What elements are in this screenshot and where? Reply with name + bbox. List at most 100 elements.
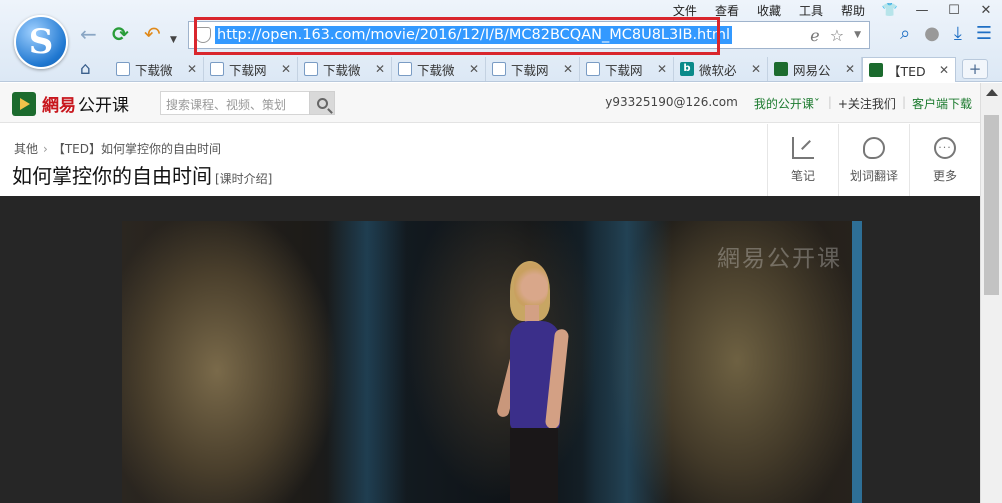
tab-close-icon[interactable]: ✕ — [657, 62, 667, 76]
menu-tools[interactable]: 工具 — [790, 2, 832, 19]
search-icon[interactable]: ⌕ — [900, 23, 910, 44]
tab-label: 下载微 — [135, 62, 173, 78]
translate-icon — [863, 136, 885, 159]
tab-4[interactable]: 下载网 ✕ — [486, 57, 580, 81]
toolbar-right: ⌕ ● ⤓ ☰ — [900, 23, 992, 44]
breadcrumb-separator-icon: › — [43, 142, 48, 156]
separator: | — [827, 95, 832, 109]
menu-icon[interactable]: ☰ — [976, 23, 992, 44]
video-frame[interactable]: 網易公开课 — [122, 221, 862, 503]
play-logo-icon — [12, 91, 36, 116]
menu-view[interactable]: 查看 — [706, 2, 748, 19]
ie-mode-icon[interactable]: ℯ — [810, 26, 819, 45]
ted-icon — [869, 63, 883, 77]
site-header: 網易 公开课 搜索课程、视频、策划 y93325190@126.com 我的公开… — [0, 83, 980, 123]
page-title: 如何掌控你的自由时间 [课时介绍] — [12, 160, 272, 189]
tab-0[interactable]: 下载微 ✕ — [110, 57, 204, 81]
tab-label: 下载微 — [417, 62, 455, 78]
speaker-figure — [492, 261, 582, 503]
home-icon[interactable]: ⌂ — [80, 59, 91, 79]
undo-dropdown-icon[interactable]: ▼ — [170, 28, 177, 52]
tab-strip: 下载微 ✕ 下载网 ✕ 下载微 ✕ 下载微 ✕ 下载网 ✕ 下载网 ✕ b 微软… — [110, 57, 988, 82]
my-courses-label: 我的公开课 — [753, 97, 814, 111]
back-arrow-icon[interactable]: ← — [80, 22, 97, 46]
more-button[interactable]: ··· 更多 — [909, 124, 980, 196]
tab-5[interactable]: 下载网 ✕ — [580, 57, 674, 81]
close-icon[interactable]: ✕ — [970, 3, 1002, 18]
tab-label: 下载微 — [323, 62, 361, 78]
tab-label: 下载网 — [511, 62, 549, 78]
search-button[interactable] — [309, 91, 335, 115]
scroll-up-icon[interactable] — [986, 89, 998, 96]
video-player: 網易公开课 — [0, 196, 980, 503]
page-icon — [492, 62, 506, 76]
download-icon[interactable]: ⤓ — [954, 23, 962, 44]
tab-close-icon[interactable]: ✕ — [845, 62, 855, 76]
page-icon — [304, 62, 318, 76]
menu-file[interactable]: 文件 — [664, 2, 706, 19]
client-download-link[interactable]: 客户端下载 — [912, 95, 972, 112]
account-links: y93325190@126.com 我的公开课ˇ | +关注我们 | 客户端下载 — [605, 95, 980, 112]
browser-chrome: 文件 查看 收藏 工具 帮助 👕 — ☐ ✕ S ← ⟳ ↶ ▼ http://… — [0, 0, 1002, 82]
star-icon[interactable]: ☆ — [830, 26, 844, 45]
minimize-icon[interactable]: — — [906, 3, 938, 18]
url-highlight-box — [194, 17, 720, 55]
netease-icon — [774, 62, 788, 76]
tab-close-icon[interactable]: ✕ — [187, 62, 197, 76]
page-icon — [116, 62, 130, 76]
tab-8-active[interactable]: 【TED ✕ — [862, 57, 956, 82]
site-logo[interactable]: 網易 公开课 — [12, 91, 129, 116]
follow-link[interactable]: +关注我们 — [838, 95, 896, 112]
tab-close-icon[interactable]: ✕ — [469, 62, 479, 76]
more-label: 更多 — [932, 168, 957, 183]
tab-3[interactable]: 下载微 ✕ — [392, 57, 486, 81]
undo-icon[interactable]: ↶ — [144, 22, 161, 46]
pencil-icon — [792, 136, 814, 159]
tab-close-icon[interactable]: ✕ — [751, 62, 761, 76]
tab-label: 下载网 — [605, 62, 643, 78]
page-icon — [586, 62, 600, 76]
separator: | — [901, 95, 906, 109]
course-actions: 笔记 划词翻译 ··· 更多 — [767, 124, 980, 196]
video-watermark: 網易公开课 — [717, 246, 842, 272]
course-title: 如何掌控你的自由时间 — [12, 164, 212, 188]
menu-favorites[interactable]: 收藏 — [748, 2, 790, 19]
more-options-icon[interactable]: ● — [924, 23, 940, 44]
tab-label: 微软必 — [699, 62, 737, 78]
stage-light — [327, 221, 407, 503]
tab-close-icon[interactable]: ✕ — [939, 63, 949, 77]
breadcrumb-parent[interactable]: 其他 — [14, 142, 38, 156]
scroll-thumb[interactable] — [984, 115, 999, 295]
notes-button[interactable]: 笔记 — [767, 124, 838, 196]
tab-6[interactable]: b 微软必 ✕ — [674, 57, 768, 81]
stage-light — [582, 221, 672, 503]
maximize-icon[interactable]: ☐ — [938, 3, 970, 18]
tab-close-icon[interactable]: ✕ — [375, 62, 385, 76]
tab-7[interactable]: 网易公 ✕ — [768, 57, 862, 81]
tab-close-icon[interactable]: ✕ — [281, 62, 291, 76]
tab-label: 【TED — [888, 63, 926, 79]
tab-close-icon[interactable]: ✕ — [563, 62, 573, 76]
tab-1[interactable]: 下载网 ✕ — [204, 57, 298, 81]
menu-help[interactable]: 帮助 — [832, 2, 874, 19]
brand-red: 網易 — [42, 96, 76, 116]
translate-label: 划词翻译 — [849, 168, 898, 183]
stage-edge — [852, 221, 862, 503]
new-tab-button[interactable]: + — [962, 59, 988, 79]
dropdown-icon[interactable]: ▼ — [854, 30, 861, 40]
page-scrollbar[interactable] — [980, 83, 1002, 503]
browser-logo[interactable]: S — [14, 15, 68, 69]
page-icon — [210, 62, 224, 76]
lesson-intro-link[interactable]: [课时介绍] — [215, 172, 272, 186]
translate-button[interactable]: 划词翻译 — [838, 124, 909, 196]
user-email[interactable]: y93325190@126.com — [605, 95, 738, 112]
breadcrumb: 其他 › 【TED】如何掌控你的自由时间 — [14, 140, 221, 157]
tab-2[interactable]: 下载微 ✕ — [298, 57, 392, 81]
my-courses-link[interactable]: 我的公开课ˇ — [754, 95, 820, 112]
search-input[interactable]: 搜索课程、视频、策划 — [160, 91, 310, 115]
refresh-icon[interactable]: ⟳ — [112, 22, 129, 46]
page-icon — [398, 62, 412, 76]
tab-label: 下载网 — [229, 62, 267, 78]
tab-label: 网易公 — [793, 62, 831, 78]
skin-icon[interactable]: 👕 — [874, 3, 906, 18]
